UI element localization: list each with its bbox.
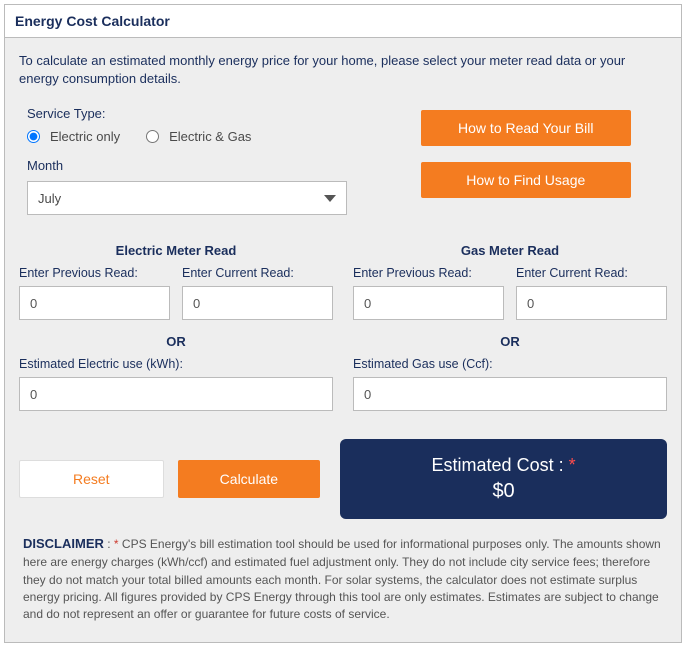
widget-body: To calculate an estimated monthly energy… — [5, 38, 681, 642]
gas-meter-col: Gas Meter Read Enter Previous Read: Ente… — [353, 243, 667, 411]
reset-button[interactable]: Reset — [19, 460, 164, 498]
service-month-col: Service Type: Electric only Electric & G… — [19, 106, 365, 215]
how-to-find-usage-button[interactable]: How to Find Usage — [421, 162, 631, 198]
estimated-cost-value: $0 — [350, 480, 657, 503]
action-buttons: Reset Calculate — [19, 460, 320, 498]
month-label: Month — [27, 158, 365, 173]
gas-curr-input[interactable] — [516, 286, 667, 320]
widget-title: Energy Cost Calculator — [5, 5, 681, 38]
top-row: Service Type: Electric only Electric & G… — [19, 106, 667, 215]
electric-est-label: Estimated Electric use (kWh): — [19, 357, 333, 371]
gas-meter-title: Gas Meter Read — [353, 243, 667, 258]
radio-electric-only[interactable] — [27, 130, 40, 143]
radio-electric-only-label[interactable]: Electric only — [50, 129, 120, 144]
gas-prev-label: Enter Previous Read: — [353, 266, 504, 280]
gas-est-input[interactable] — [353, 377, 667, 411]
help-buttons-col: How to Read Your Bill How to Find Usage — [385, 106, 667, 215]
electric-curr-input[interactable] — [182, 286, 333, 320]
electric-prev-input[interactable] — [19, 286, 170, 320]
calculate-button[interactable]: Calculate — [178, 460, 321, 498]
radio-electric-gas[interactable] — [146, 130, 159, 143]
gas-curr-label: Enter Current Read: — [516, 266, 667, 280]
radio-electric-gas-label[interactable]: Electric & Gas — [169, 129, 251, 144]
bottom-row: Reset Calculate Estimated Cost : * $0 — [19, 439, 667, 519]
estimated-cost-label: Estimated Cost : * — [350, 455, 657, 476]
intro-text: To calculate an estimated monthly energy… — [19, 52, 667, 88]
electric-meter-col: Electric Meter Read Enter Previous Read:… — [19, 243, 333, 411]
electric-prev-label: Enter Previous Read: — [19, 266, 170, 280]
chevron-down-icon — [324, 195, 336, 202]
estimated-cost-box: Estimated Cost : * $0 — [340, 439, 667, 519]
month-value: July — [38, 191, 61, 206]
electric-est-input[interactable] — [19, 377, 333, 411]
electric-or: OR — [19, 334, 333, 349]
gas-prev-input[interactable] — [353, 286, 504, 320]
service-type-label: Service Type: — [27, 106, 365, 121]
electric-curr-label: Enter Current Read: — [182, 266, 333, 280]
disclaimer-text: CPS Energy's bill estimation tool should… — [23, 537, 661, 621]
disclaimer-title: DISCLAIMER — [23, 536, 104, 551]
energy-calculator-widget: Energy Cost Calculator To calculate an e… — [4, 4, 682, 643]
disclaimer: DISCLAIMER : * CPS Energy's bill estimat… — [23, 535, 663, 623]
gas-or: OR — [353, 334, 667, 349]
month-select[interactable]: July — [27, 181, 347, 215]
service-type-radios: Electric only Electric & Gas — [27, 129, 365, 144]
gas-est-label: Estimated Gas use (Ccf): — [353, 357, 667, 371]
how-to-read-bill-button[interactable]: How to Read Your Bill — [421, 110, 631, 146]
electric-meter-title: Electric Meter Read — [19, 243, 333, 258]
meter-grid: Electric Meter Read Enter Previous Read:… — [19, 243, 667, 411]
